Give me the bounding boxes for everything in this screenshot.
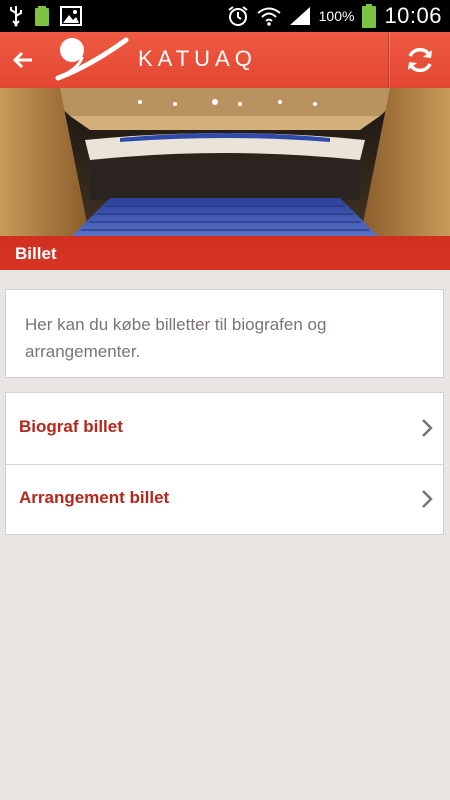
- back-button[interactable]: [0, 32, 46, 88]
- menu-item-label: Arrangement billet: [19, 488, 170, 507]
- refresh-button[interactable]: [390, 32, 450, 88]
- chevron-right-icon: [422, 419, 433, 437]
- refresh-icon: [408, 47, 432, 73]
- clock: 10:06: [384, 3, 442, 28]
- app-bar-divider: [388, 32, 389, 88]
- battery-percent: 100%: [318, 8, 355, 24]
- image-icon: [60, 6, 82, 26]
- signal-icon: [289, 7, 310, 25]
- status-left-icons: [8, 4, 82, 28]
- menu-item-biograf-billet[interactable]: Biograf billet: [6, 393, 443, 465]
- app-bar: KATUAQ: [0, 32, 450, 88]
- hero-image: Billet: [0, 88, 450, 270]
- intro-text: Her kan du købe billetter til biografen …: [25, 315, 327, 361]
- arrow-left-icon: [13, 51, 32, 69]
- katuaq-logo: [55, 37, 129, 81]
- intro-card: Her kan du købe billetter til biografen …: [5, 289, 444, 378]
- brand-name: KATUAQ: [138, 46, 257, 71]
- section-header: Billet: [0, 236, 450, 270]
- battery-small-icon: [35, 6, 49, 26]
- status-bar: 100% 10:06: [0, 0, 450, 32]
- alarm-icon: [228, 6, 248, 26]
- wifi-icon: [256, 7, 281, 26]
- battery-icon: [362, 4, 377, 28]
- menu-item-arrangement-billet[interactable]: Arrangement billet: [6, 464, 443, 534]
- ticket-menu: Biograf billet Arrangement billet: [5, 392, 444, 535]
- section-title: Billet: [15, 244, 57, 263]
- status-right-icons: 100% 10:06: [227, 0, 442, 32]
- chevron-right-icon: [422, 490, 433, 508]
- menu-item-label: Biograf billet: [19, 417, 123, 436]
- usb-icon: [10, 6, 22, 27]
